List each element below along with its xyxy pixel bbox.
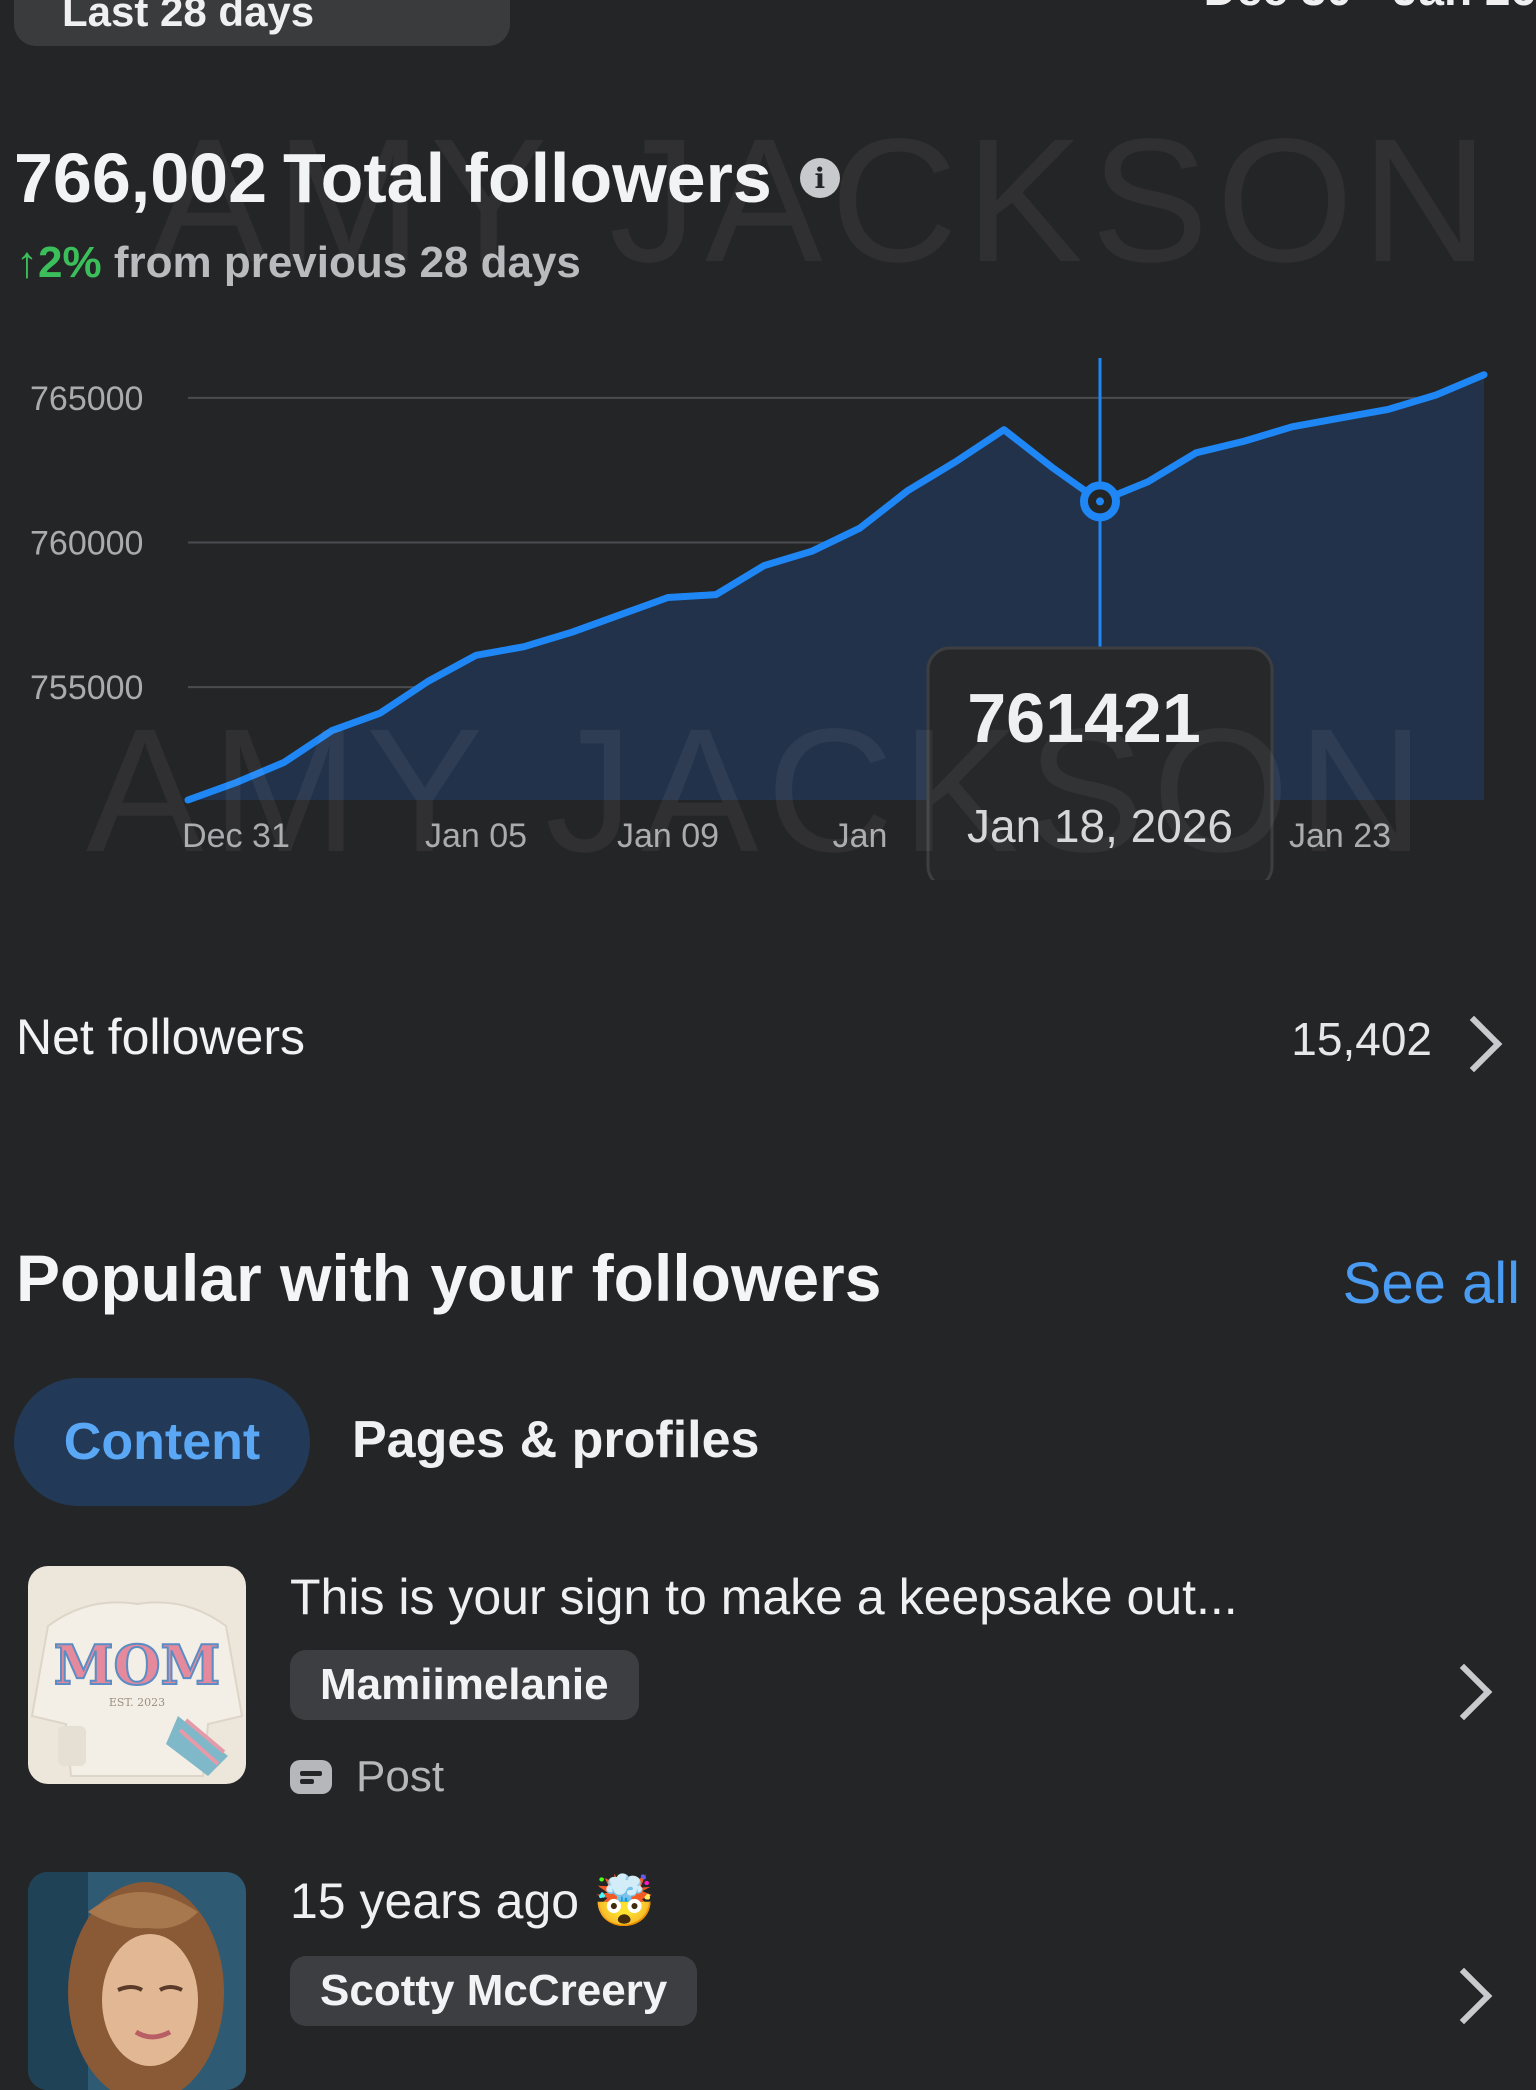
portrait-image [28, 1872, 246, 2090]
tooltip-date: Jan 18, 2026 [967, 800, 1233, 852]
change-text: from previous 28 days [113, 238, 581, 287]
area-fill [188, 374, 1484, 800]
date-range-label: Last 28 days [62, 0, 315, 35]
chevron-right-icon[interactable] [1435, 1663, 1493, 1721]
tooltip-marker-dot [1096, 497, 1104, 506]
x-tick-label: Jan 09 [617, 817, 719, 855]
date-range-text: Dec 30 - Jan 26 [1204, 0, 1536, 16]
thumb-mom-text: MOM [54, 1633, 221, 1697]
post-type: Post [290, 1752, 444, 1802]
chevron-right-icon[interactable] [1445, 1015, 1503, 1073]
tab-content[interactable]: Content [14, 1378, 310, 1506]
y-tick-label: 755000 [30, 669, 143, 707]
section-title: Popular with your followers [16, 1241, 882, 1315]
tooltip-value: 761421 [967, 679, 1201, 757]
author-chip[interactable]: Scotty McCreery [290, 1956, 698, 2026]
net-followers-label: Net followers [16, 1009, 305, 1065]
change-percent: 2% [38, 238, 102, 287]
x-tick-label: Jan 23 [1289, 817, 1391, 855]
see-all-link[interactable]: See all [1343, 1250, 1520, 1317]
y-tick-label: 760000 [30, 525, 143, 563]
thumb-est-text: EST. 2023 [109, 1696, 165, 1709]
x-tick-label: Jan 05 [425, 817, 527, 855]
info-icon[interactable]: i [799, 158, 840, 198]
post-title[interactable]: This is your sign to make a keepsake out… [290, 1568, 1238, 1626]
arrow-up-icon: ↑ [16, 238, 38, 287]
sweatshirt-image: MOM EST. 2023 [28, 1566, 246, 1784]
tab-content-label: Content [63, 1413, 261, 1471]
followers-change: ↑2% from previous 28 days [16, 238, 581, 288]
author-name: Mamiimelanie [320, 1660, 609, 1709]
post-title[interactable]: 15 years ago 🤯 [290, 1872, 655, 1931]
followers-chart[interactable]: 755000 760000 765000 Dec 31 Jan 05 Jan 09 Jan J… [0, 340, 1536, 880]
total-followers-value: 766,002 [14, 139, 268, 217]
post-thumbnail[interactable] [28, 1872, 246, 2090]
total-followers-heading: 766,002 Total followers i [14, 138, 840, 218]
date-range-dropdown[interactable]: Last 28 days [14, 0, 510, 46]
x-tick-label: Jan [833, 817, 888, 855]
y-tick-label: 765000 [30, 380, 143, 418]
author-name: Scotty McCreery [320, 1966, 668, 2015]
post-icon [290, 1760, 332, 1794]
author-chip[interactable]: Mamiimelanie [290, 1650, 639, 1720]
x-tick-label: Dec 31 [182, 817, 290, 855]
chevron-right-icon[interactable] [1435, 1967, 1493, 2025]
post-type-label: Post [356, 1752, 445, 1801]
net-followers-value: 15,402 [1291, 1013, 1432, 1065]
tab-pages-profiles[interactable]: Pages & profiles [352, 1410, 759, 1470]
post-thumbnail[interactable]: MOM EST. 2023 [28, 1566, 246, 1784]
total-followers-label: Total followers [283, 139, 772, 217]
